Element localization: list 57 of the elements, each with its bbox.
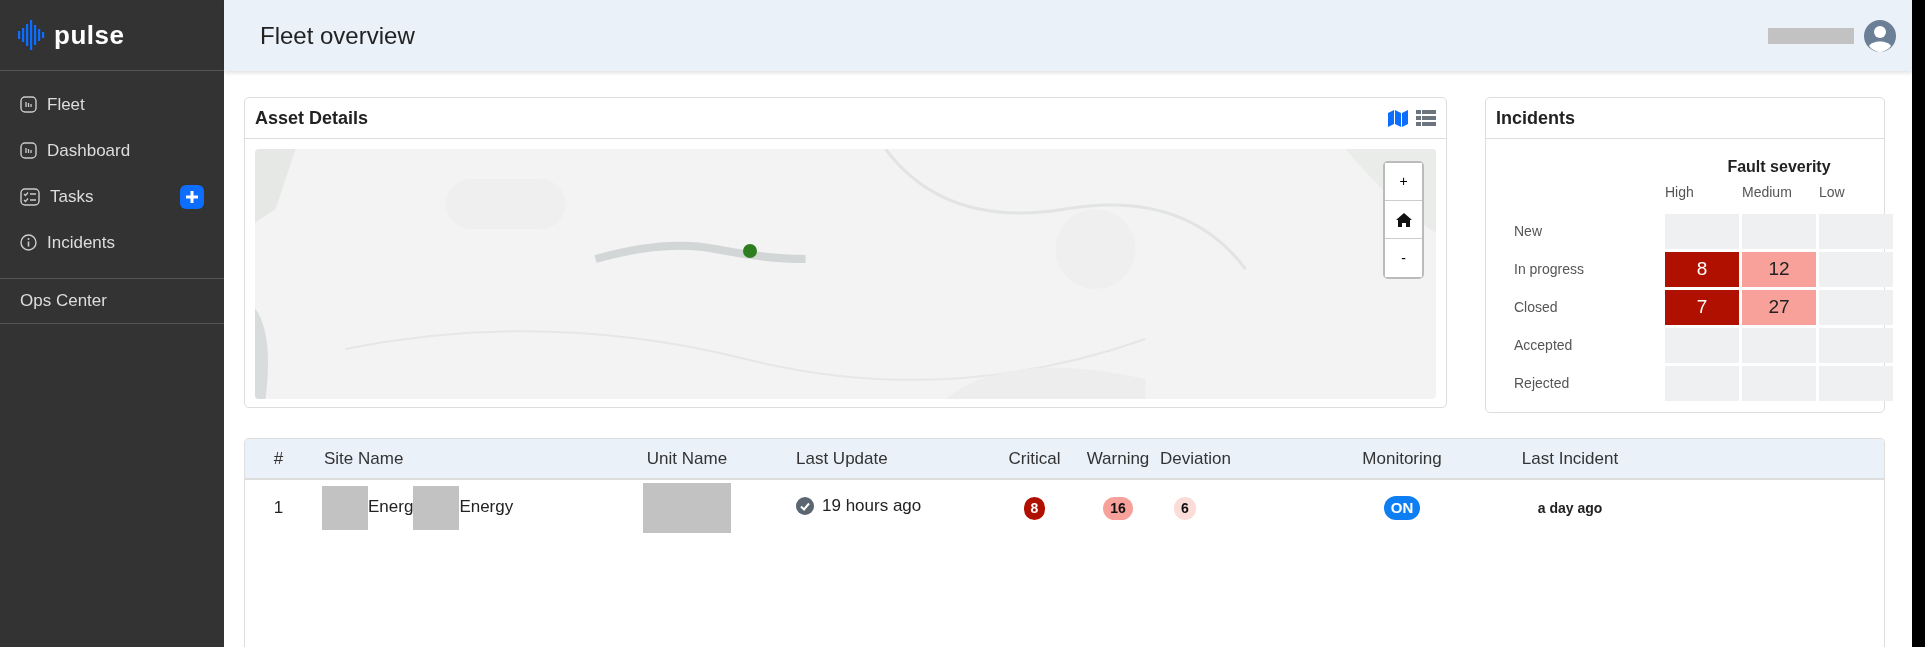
page-title: Fleet overview bbox=[260, 20, 415, 51]
column-header: Unit Name bbox=[646, 448, 728, 468]
column-header: Critical bbox=[1008, 448, 1061, 468]
map-marker-icon bbox=[742, 243, 758, 259]
map-view-button[interactable] bbox=[1388, 109, 1408, 127]
list-icon bbox=[1416, 109, 1436, 127]
row-label: In progress bbox=[1514, 260, 1586, 279]
site-name: Energy bbox=[459, 497, 514, 516]
column-header: High bbox=[1665, 183, 1695, 202]
matrix-title: Fault severity bbox=[1726, 157, 1832, 177]
row-label: Accepted bbox=[1514, 336, 1574, 355]
row-number: 1 bbox=[273, 497, 284, 517]
list-view-button[interactable] bbox=[1416, 109, 1436, 127]
column-header: Site Name bbox=[324, 448, 404, 468]
matrix-cell: 7 bbox=[1665, 290, 1739, 325]
home-icon bbox=[1395, 212, 1412, 227]
redacted-text bbox=[413, 485, 460, 530]
column-header: Medium bbox=[1742, 183, 1793, 202]
row-label: Closed bbox=[1514, 298, 1559, 317]
row-label: New bbox=[1514, 222, 1543, 241]
column-header: # bbox=[273, 448, 284, 468]
checklist-icon bbox=[20, 188, 40, 206]
nav-item[interactable]: Incidents bbox=[0, 220, 136, 266]
zoom-in-button[interactable]: + bbox=[1385, 163, 1422, 201]
redacted-text bbox=[322, 485, 368, 530]
last-update: 19 hours ago bbox=[822, 494, 922, 517]
nav-item[interactable]: Tasks bbox=[0, 174, 114, 220]
column-header: Low bbox=[1819, 183, 1846, 202]
chart-icon bbox=[20, 142, 37, 160]
deviation-count: 6 bbox=[1174, 496, 1196, 520]
column-header: Deviation bbox=[1160, 448, 1231, 468]
chart-icon bbox=[20, 96, 37, 114]
avatar-icon bbox=[1864, 19, 1896, 52]
plus-icon bbox=[185, 190, 199, 204]
matrix-cell: 27 bbox=[1742, 290, 1816, 325]
last-incident: a day ago bbox=[1537, 499, 1603, 516]
matrix-cell: 8 bbox=[1665, 252, 1739, 287]
card-title: Incidents bbox=[1496, 106, 1575, 130]
card-title: Asset Details bbox=[255, 106, 369, 130]
matrix-cell: 12 bbox=[1742, 252, 1816, 287]
logo-icon bbox=[18, 19, 46, 51]
add-button[interactable] bbox=[180, 185, 204, 209]
warning-count: 16 bbox=[1103, 496, 1133, 520]
column-header: Monitoring bbox=[1362, 448, 1442, 468]
monitoring-status: ON bbox=[1383, 495, 1421, 521]
nav-item[interactable]: Fleet bbox=[0, 82, 105, 128]
column-header: Warning bbox=[1086, 448, 1150, 468]
nav-item[interactable]: Dashboard bbox=[0, 128, 151, 174]
row-label: Rejected bbox=[1514, 374, 1571, 393]
column-header: Last Update bbox=[796, 448, 888, 468]
map-icon bbox=[1388, 109, 1408, 127]
brand-name: pulse bbox=[54, 18, 125, 52]
site-name: Energ bbox=[368, 497, 414, 516]
critical-count: 8 bbox=[1023, 496, 1046, 520]
info-icon bbox=[20, 234, 37, 252]
nav-section-link[interactable]: Ops Center bbox=[0, 278, 224, 324]
column-header: Last Incident bbox=[1521, 448, 1619, 468]
